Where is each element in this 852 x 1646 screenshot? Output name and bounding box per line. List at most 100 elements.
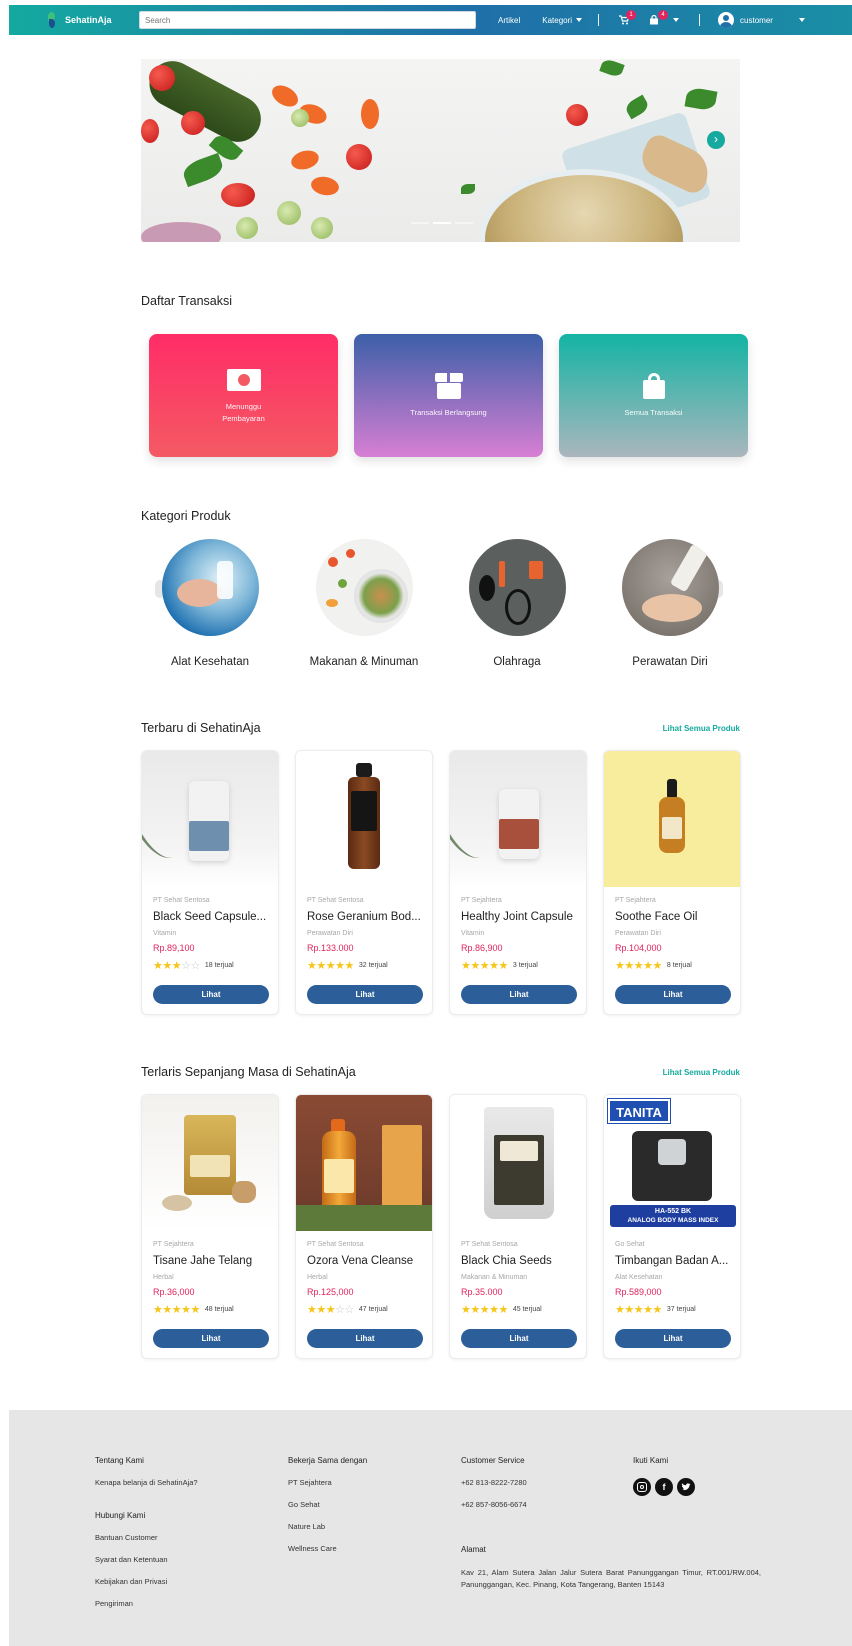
- footer-link[interactable]: Wellness Care: [288, 1544, 367, 1553]
- star-rating-icon: ★★★★★: [615, 959, 662, 972]
- product-card[interactable]: PT Sejahtera Healthy Joint Capsule Vitam…: [449, 750, 587, 1015]
- bag-dropdown[interactable]: 4: [649, 10, 680, 25]
- footer-link[interactable]: Bantuan Customer: [95, 1533, 198, 1542]
- navbar: SehatinAja Artikel Kategori 1 4 customer: [9, 5, 852, 35]
- banner-carrot: [309, 174, 341, 198]
- star-rating-icon: ★★★★★: [307, 959, 354, 972]
- category-perawatan-diri[interactable]: Perawatan Diri: [600, 539, 740, 668]
- product-name: Timbangan Badan A...: [615, 1255, 729, 1267]
- view-product-button[interactable]: Lihat: [615, 985, 731, 1004]
- category-image: [161, 539, 259, 636]
- brand-name: SehatinAja: [65, 15, 112, 25]
- product-card[interactable]: PT Sejahtera Soothe Face Oil Perawatan D…: [603, 750, 741, 1015]
- nav-artikel-link[interactable]: Artikel: [498, 16, 520, 25]
- tx-card-waiting-payment[interactable]: Menunggu Pembayaran: [149, 334, 338, 457]
- tx-card-label: Menunggu Pembayaran: [222, 401, 265, 423]
- product-sold-count: 32 terjual: [358, 962, 388, 969]
- twitter-icon[interactable]: [677, 1478, 695, 1496]
- view-product-button[interactable]: Lihat: [153, 985, 269, 1004]
- product-price: Rp.125,000: [307, 1287, 354, 1297]
- category-alat-kesehatan[interactable]: Alat Kesehatan: [140, 539, 280, 668]
- banner-carrot: [268, 81, 302, 111]
- view-product-button[interactable]: Lihat: [153, 1329, 269, 1348]
- chevron-down-icon: [673, 18, 680, 22]
- product-price: Rp.86,900: [461, 943, 503, 953]
- product-model-sub: ANALOG BODY MASS INDEX: [627, 1217, 719, 1224]
- product-card[interactable]: PT Sejahtera Tisane Jahe Telang Herbal R…: [141, 1094, 279, 1359]
- product-seller: Go Sehat: [615, 1241, 645, 1248]
- product-sold-count: 8 terjual: [666, 962, 692, 969]
- product-name: Black Chia Seeds: [461, 1255, 552, 1267]
- product-model-banner: HA-552 BK ANALOG BODY MASS INDEX: [610, 1205, 736, 1227]
- product-seller: PT Sehat Sentosa: [307, 897, 364, 904]
- product-rating: ★★★★★ 48 terjual: [153, 1303, 234, 1316]
- footer-link[interactable]: Syarat dan Ketentuan: [95, 1555, 198, 1564]
- footer-link[interactable]: Go Sehat: [288, 1500, 367, 1509]
- carousel-dot[interactable]: [411, 222, 429, 224]
- tx-card-label: Semua Transaksi: [624, 407, 683, 417]
- product-seller: PT Sejahtera: [615, 897, 656, 904]
- category-makanan-minuman[interactable]: Makanan & Minuman: [294, 539, 434, 668]
- footer-link[interactable]: Kenapa belanja di SehatinAja?: [95, 1478, 198, 1487]
- banner-tomato: [149, 65, 175, 91]
- footer-link[interactable]: Pengiriman: [95, 1599, 198, 1608]
- footer-link[interactable]: PT Sejahtera: [288, 1478, 367, 1487]
- product-card[interactable]: PT Sehat Sentosa Black Chia Seeds Makana…: [449, 1094, 587, 1359]
- banner-tomato: [566, 104, 588, 126]
- view-product-button[interactable]: Lihat: [307, 985, 423, 1004]
- hero-banner[interactable]: ›: [141, 59, 740, 242]
- view-product-button[interactable]: Lihat: [615, 1329, 731, 1348]
- product-rating: ★★★★★ 37 terjual: [615, 1303, 696, 1316]
- footer-link[interactable]: Kebijakan dan Privasi: [95, 1577, 198, 1586]
- tx-card-all[interactable]: Semua Transaksi: [559, 334, 748, 457]
- footer-phone[interactable]: +62 857-8056-6674: [461, 1500, 761, 1509]
- product-card[interactable]: PT Sehat Sentosa Black Seed Capsule... V…: [141, 750, 279, 1015]
- product-card[interactable]: PT Sehat Sentosa Ozora Vena Cleanse Herb…: [295, 1094, 433, 1359]
- product-price: Rp.133.000: [307, 943, 354, 953]
- user-menu[interactable]: customer: [718, 12, 805, 28]
- product-seller: PT Sehat Sentosa: [153, 897, 210, 904]
- newest-see-all-link[interactable]: Lihat Semua Produk: [663, 724, 740, 733]
- product-image: [450, 751, 586, 887]
- carousel-dot[interactable]: [433, 222, 451, 224]
- product-rating: ★★★★★ 32 terjual: [307, 959, 388, 972]
- nav-kategori-dropdown[interactable]: Kategori: [542, 16, 583, 25]
- facebook-icon[interactable]: f: [655, 1478, 673, 1496]
- banner-leaf: [599, 59, 625, 79]
- view-product-button[interactable]: Lihat: [461, 985, 577, 1004]
- brand[interactable]: SehatinAja: [47, 12, 127, 28]
- category-olahraga[interactable]: Olahraga: [447, 539, 587, 668]
- footer-heading: Tentang Kami: [95, 1456, 144, 1465]
- footer-heading: Customer Service: [461, 1456, 525, 1465]
- carousel-next-button[interactable]: ›: [707, 131, 725, 149]
- footer-heading: Ikuti Kami: [633, 1456, 669, 1465]
- product-category: Makanan & Minuman: [461, 1274, 528, 1281]
- product-price: Rp.104,000: [615, 943, 662, 953]
- instagram-icon[interactable]: [633, 1478, 651, 1496]
- bestseller-see-all-link[interactable]: Lihat Semua Produk: [663, 1068, 740, 1077]
- view-product-button[interactable]: Lihat: [307, 1329, 423, 1348]
- product-image: [450, 1095, 586, 1231]
- tx-card-in-progress[interactable]: Transaksi Berlangsung: [354, 334, 543, 457]
- footer-phone[interactable]: +62 813-8222-7280: [461, 1478, 761, 1487]
- product-card[interactable]: PT Sehat Sentosa Rose Geranium Bod... Pe…: [295, 750, 433, 1015]
- footer-col-service: Customer Service +62 813-8222-7280 +62 8…: [461, 1456, 761, 1591]
- social-links: f: [633, 1478, 695, 1496]
- product-name: Ozora Vena Cleanse: [307, 1255, 414, 1267]
- footer-link[interactable]: Nature Lab: [288, 1522, 367, 1531]
- banner-sprout: [311, 217, 333, 239]
- product-card[interactable]: TANITA HA-552 BK ANALOG BODY MASS INDEX …: [603, 1094, 741, 1359]
- category-label: Makanan & Minuman: [309, 656, 419, 668]
- category-image: [468, 539, 566, 636]
- cart-button[interactable]: 1: [619, 10, 637, 25]
- footer-col-partners: Bekerja Sama dengan PT Sejahtera Go Seha…: [288, 1456, 367, 1566]
- banner-sprout: [236, 217, 258, 239]
- product-seller: PT Sehat Sentosa: [461, 1241, 518, 1248]
- carousel-dot[interactable]: [455, 222, 473, 224]
- search-input[interactable]: [139, 11, 476, 29]
- view-product-button[interactable]: Lihat: [461, 1329, 577, 1348]
- category-image: [315, 539, 413, 636]
- bestseller-title: Terlaris Sepanjang Masa di SehatinAja: [141, 1065, 356, 1079]
- star-rating-icon: ★★★☆☆: [307, 1303, 354, 1316]
- cart-badge: 1: [626, 10, 637, 20]
